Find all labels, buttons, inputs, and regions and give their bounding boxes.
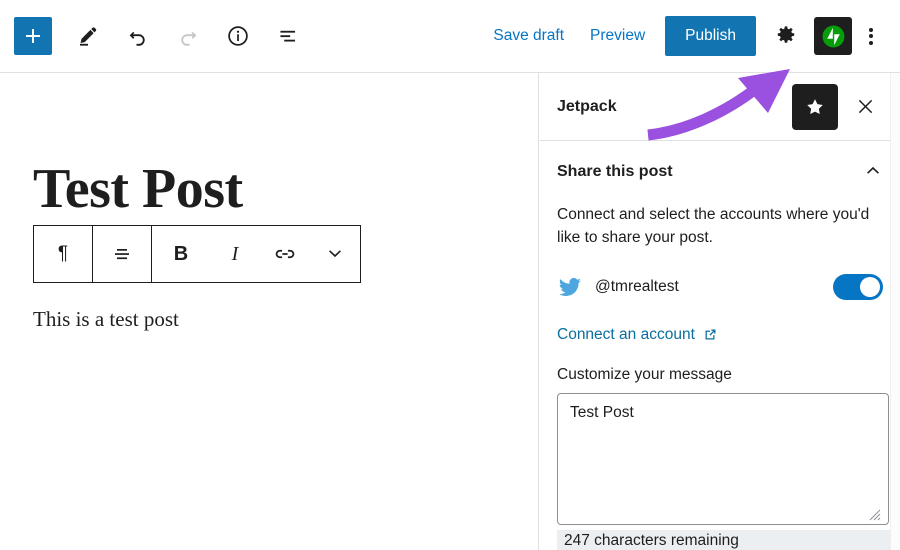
customize-message-textarea[interactable]: [557, 392, 889, 525]
connect-link-label: Connect an account: [557, 325, 695, 343]
jetpack-logo-icon: [822, 25, 844, 47]
edit-tool-button[interactable]: [66, 14, 110, 58]
collapse-section-button[interactable]: [862, 159, 884, 186]
jetpack-sidebar: Jetpack Share this post Connect and sele…: [540, 73, 900, 550]
connect-an-account-link[interactable]: Connect an account: [557, 326, 719, 344]
toggle-knob: [860, 276, 880, 297]
sidebar-header: Jetpack: [540, 73, 900, 141]
plus-icon: [26, 29, 40, 43]
characters-remaining-bar: 247 characters remaining: [557, 530, 900, 550]
chevron-up-icon: [867, 166, 879, 174]
editor-header-left-tools: [0, 14, 310, 58]
publish-button[interactable]: Publish: [665, 16, 756, 56]
connected-account-row: @tmrealtest: [557, 272, 883, 302]
align-button[interactable]: [93, 226, 151, 282]
bold-button[interactable]: B: [152, 226, 210, 282]
editor-canvas: Test Post ¶ B I This is a test post: [0, 73, 539, 550]
account-handle: @tmrealtest: [595, 277, 679, 295]
undo-button[interactable]: [116, 14, 160, 58]
account-share-toggle[interactable]: [833, 273, 883, 300]
redo-button[interactable]: [166, 14, 210, 58]
gear-icon: [777, 26, 795, 43]
close-sidebar-button[interactable]: [844, 86, 886, 128]
redo-icon: [181, 31, 197, 46]
info-circle-icon: [228, 26, 248, 46]
rich-text-group: B I: [152, 226, 360, 282]
undo-icon: [129, 31, 145, 46]
italic-button[interactable]: I: [210, 226, 260, 282]
more-options-button[interactable]: [852, 14, 890, 58]
link-button[interactable]: [260, 226, 310, 282]
chevron-down-icon: [329, 250, 341, 258]
editor-header: Save draft Preview Publish: [0, 0, 900, 73]
share-description: Connect and select the accounts where yo…: [557, 206, 870, 247]
list-view-icon: [280, 30, 296, 42]
block-toolbar: ¶ B I: [33, 225, 361, 283]
save-draft-button[interactable]: Save draft: [480, 19, 577, 53]
pencil-icon: [79, 27, 97, 46]
twitter-icon: [559, 277, 581, 296]
post-body-paragraph[interactable]: This is a test post: [33, 307, 179, 332]
sidebar-scrollbar[interactable]: [890, 73, 900, 550]
customize-message-label: Customize your message: [557, 365, 732, 383]
star-icon: [807, 98, 823, 114]
link-icon: [275, 249, 295, 259]
share-section-title: Share this post: [557, 163, 673, 180]
characters-remaining-text: 247 characters remaining: [564, 532, 739, 549]
sidebar-title: Jetpack: [557, 97, 617, 115]
share-section-body: Connect and select the accounts where yo…: [540, 203, 900, 525]
external-link-icon: [705, 329, 716, 340]
message-textarea-wrapper: [557, 392, 889, 525]
list-view-button[interactable]: [266, 14, 310, 58]
block-type-group: ¶: [34, 226, 92, 282]
add-block-button[interactable]: [14, 17, 52, 55]
editor-header-right-actions: Save draft Preview Publish: [480, 14, 900, 58]
pin-plugin-button[interactable]: [792, 83, 838, 130]
more-rich-text-button[interactable]: [310, 226, 360, 282]
details-button[interactable]: [216, 14, 260, 58]
jetpack-sidebar-toggle-button[interactable]: [814, 17, 852, 55]
close-icon: [858, 99, 872, 114]
settings-button[interactable]: [764, 14, 808, 58]
post-title[interactable]: Test Post: [33, 161, 243, 217]
kebab-menu-icon: [869, 25, 873, 47]
align-icon: [115, 249, 129, 260]
share-this-post-section-header[interactable]: Share this post: [540, 141, 900, 203]
block-type-paragraph-button[interactable]: ¶: [34, 226, 92, 282]
align-group: [93, 226, 151, 282]
preview-button[interactable]: Preview: [577, 19, 658, 53]
